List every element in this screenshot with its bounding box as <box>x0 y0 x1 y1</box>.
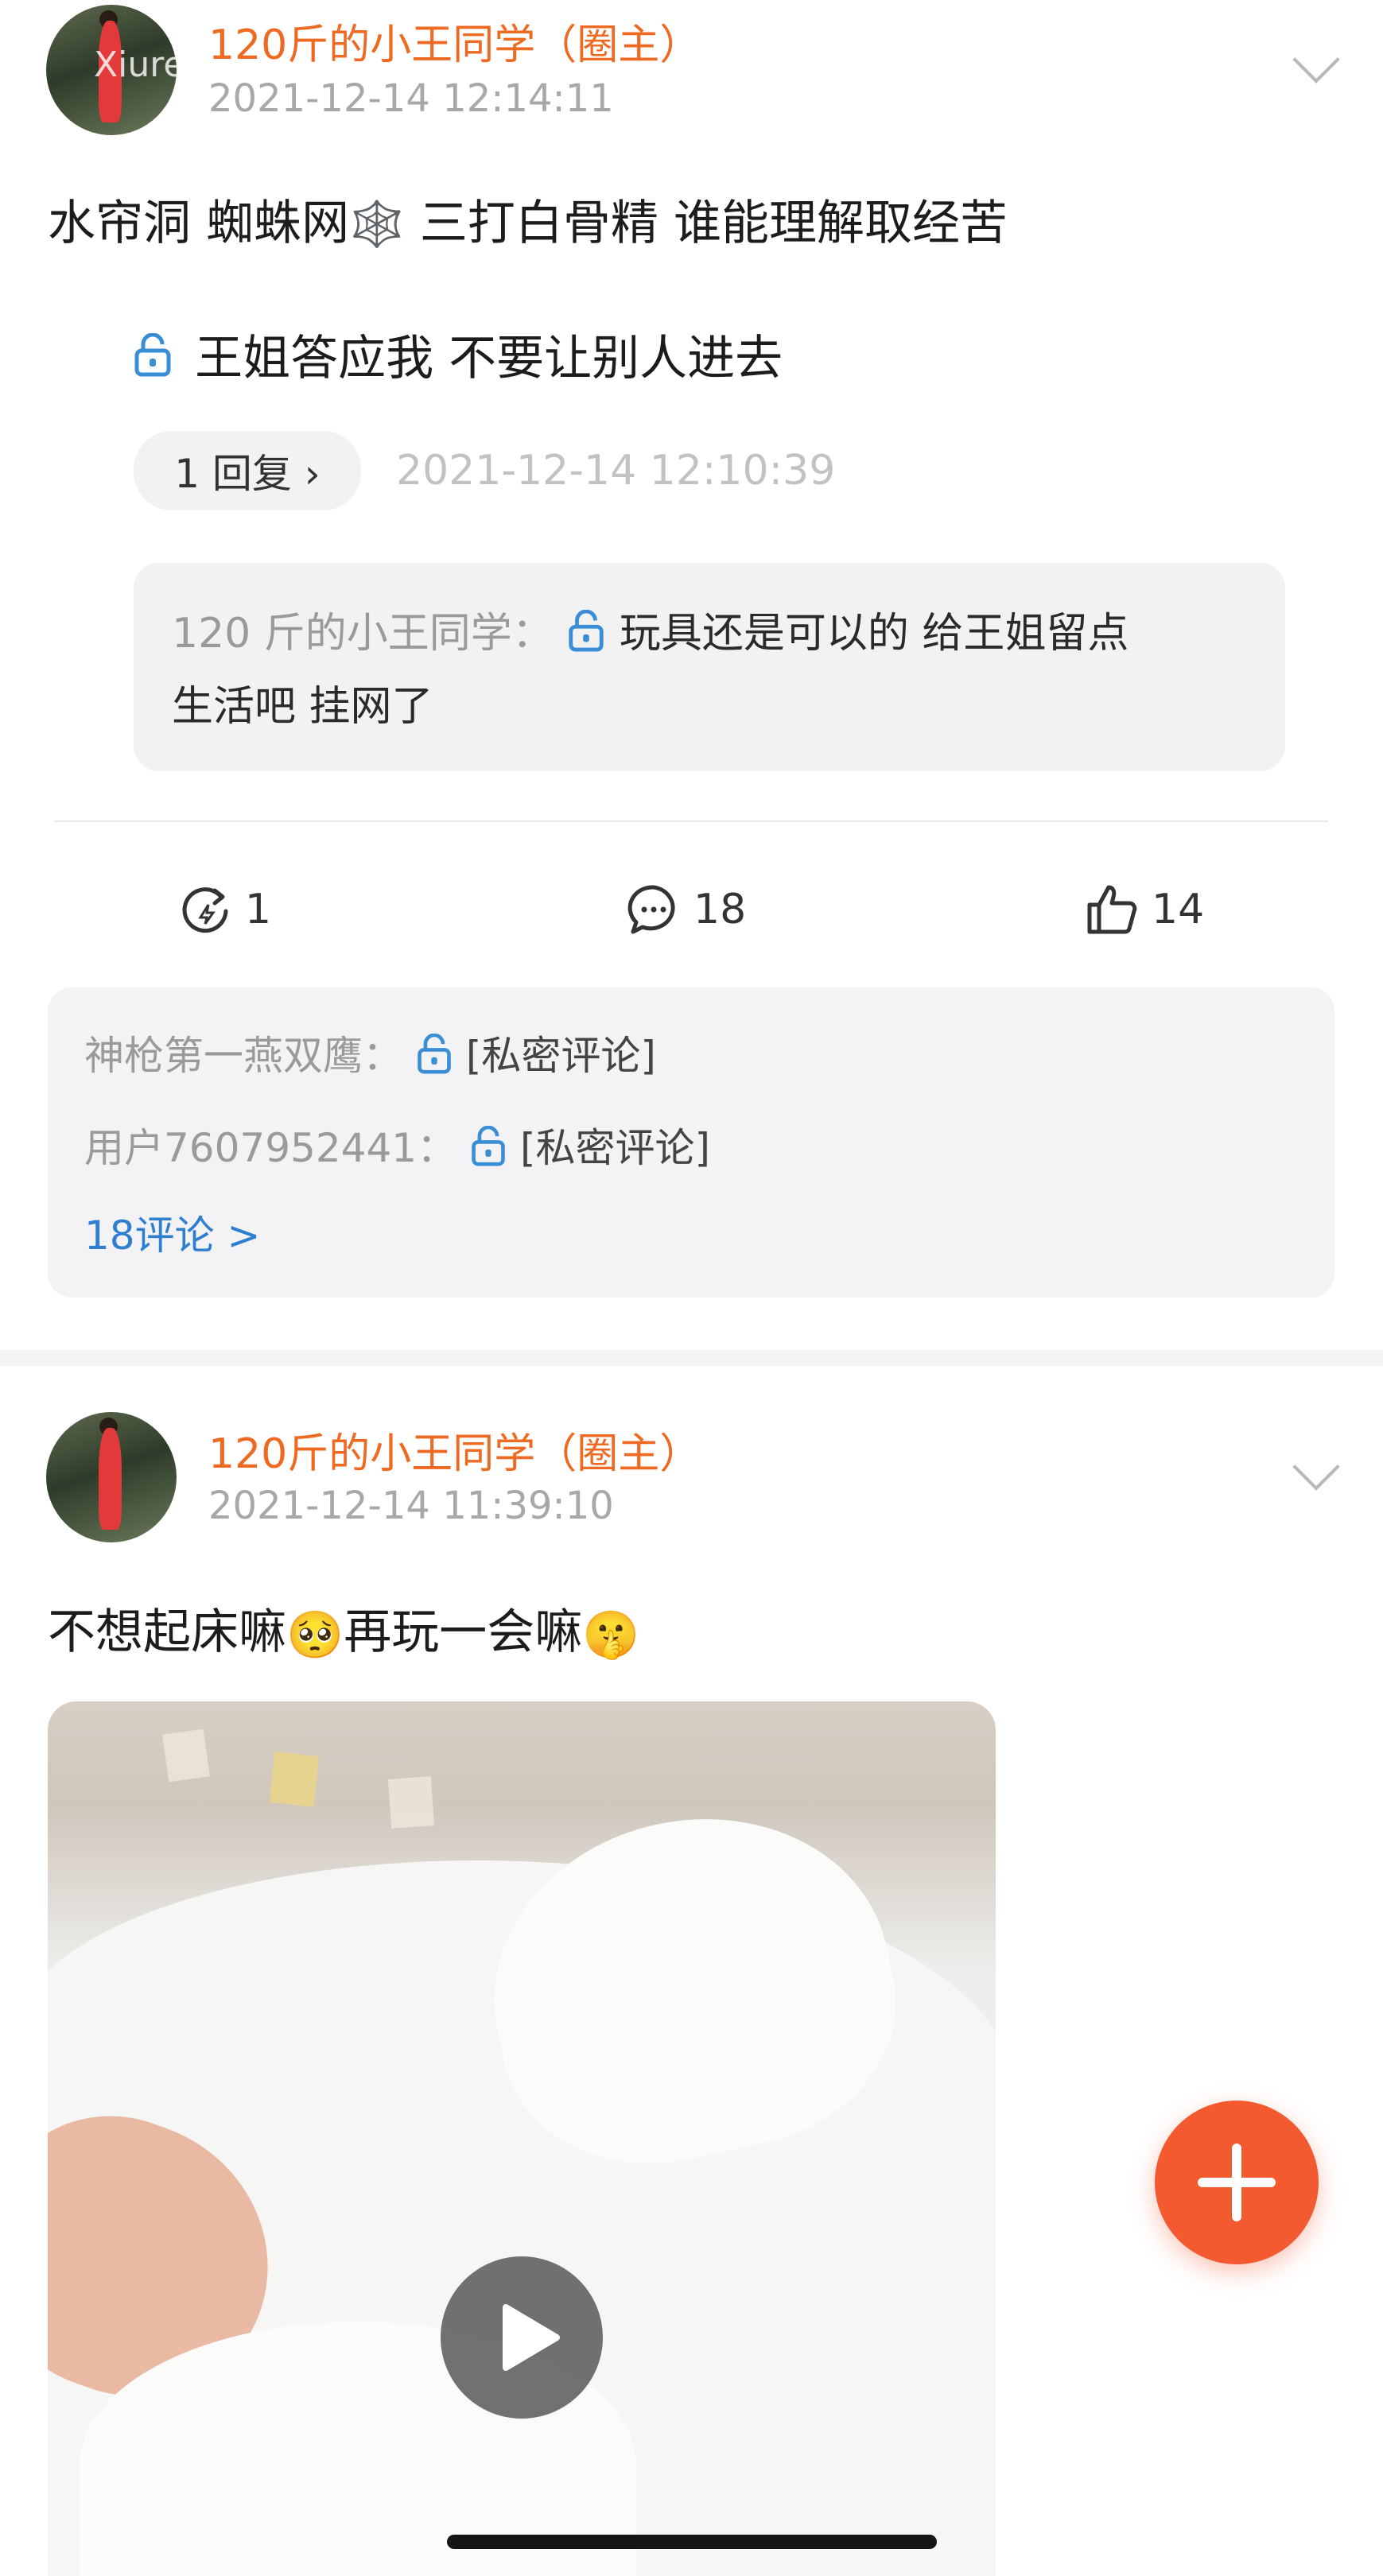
comment-user[interactable]: 用户7607952441： <box>84 1125 456 1171</box>
repost-button[interactable]: 1 <box>177 881 271 938</box>
plus-icon <box>1198 2143 1276 2221</box>
action-divider <box>54 821 1328 822</box>
post-body-part: 再玩一会嘛 <box>344 1604 583 1660</box>
quote-line-2: 生活吧 挂网了 <box>172 683 433 731</box>
lock-icon <box>415 1033 453 1084</box>
comment-row[interactable]: 用户7607952441： [私密评论] <box>84 1116 710 1177</box>
spider-web-emoji: 🕸️ <box>349 199 405 250</box>
post-separator <box>0 1350 1383 1366</box>
lock-icon <box>469 1125 507 1177</box>
post-body-text: 不想起床嘛🥺再玩一会嘛🤫 <box>48 1593 639 1662</box>
comment-text: [私密评论] <box>519 1125 710 1171</box>
repost-count: 1 <box>245 886 272 933</box>
like-count: 14 <box>1152 886 1205 933</box>
home-indicator <box>447 2535 937 2549</box>
comments-preview[interactable]: 神枪第一燕双鹰： [私密评论] 用户7607952441： [私密评论] 18评… <box>48 987 1334 1298</box>
quote-author[interactable]: 120 斤的小王同学： <box>172 610 554 658</box>
wall-decoration <box>387 1776 435 1829</box>
comment-user[interactable]: 神枪第一燕双鹰： <box>84 1033 402 1079</box>
comment-bubble-icon <box>627 885 675 934</box>
post-body-part: 三打白骨精 谁能理解取经苦 <box>404 196 1008 251</box>
play-button[interactable] <box>441 2256 603 2419</box>
post-body-part: 水帘洞 蜘蛛网 <box>48 196 350 251</box>
wall-decoration <box>162 1728 210 1783</box>
reply-quote-box[interactable]: 120 斤的小王同学： 玩具还是可以的 给王姐留点 生活吧 挂网了 <box>134 563 1285 771</box>
pleading-face-emoji: 🥺 <box>286 1607 344 1662</box>
quote-line-1: 120 斤的小王同学： 玩具还是可以的 给王姐留点 <box>172 599 1129 663</box>
author-avatar[interactable] <box>46 1412 177 1542</box>
post-body-part: 不想起床嘛 <box>48 1604 286 1660</box>
author-name[interactable]: 120斤的小王同学（圈主） <box>208 1420 701 1480</box>
video-thumbnail[interactable] <box>48 1701 996 2576</box>
locked-line-text: 王姐答应我 不要让别人进去 <box>195 331 783 386</box>
post-timestamp: 2021-12-14 11:39:10 <box>208 1484 614 1528</box>
comment-button[interactable]: 18 <box>625 881 746 938</box>
chevron-down-icon[interactable] <box>1292 36 1340 83</box>
all-comments-link[interactable]: 18评论 > <box>84 1204 260 1261</box>
wall-decoration <box>269 1752 320 1807</box>
like-button[interactable]: 14 <box>1083 881 1204 938</box>
reply-count-button[interactable]: 1 回复 › <box>134 431 361 510</box>
shushing-face-emoji: 🤫 <box>582 1607 640 1662</box>
comment-count: 18 <box>693 886 747 933</box>
repost-icon <box>182 887 228 933</box>
locked-line: 王姐答应我 不要让别人进去 <box>132 320 783 390</box>
comment-text: [私密评论] <box>465 1033 656 1079</box>
quote-text: 玩具还是可以的 给王姐留点 <box>619 610 1129 658</box>
post-timestamp: 2021-12-14 12:14:11 <box>208 76 614 121</box>
chevron-down-icon[interactable] <box>1292 1443 1340 1491</box>
author-name[interactable]: 120斤的小王同学（圈主） <box>208 11 701 71</box>
post-body-text: 水帘洞 蜘蛛网🕸️ 三打白骨精 谁能理解取经苦 <box>48 184 1008 254</box>
lock-icon <box>132 332 173 390</box>
thumbs-up-icon <box>1087 885 1137 934</box>
comment-row[interactable]: 神枪第一燕双鹰： [私密评论] <box>84 1024 656 1084</box>
play-icon <box>503 2304 560 2371</box>
lock-icon <box>566 609 606 663</box>
reply-timestamp: 2021-12-14 12:10:39 <box>396 447 836 495</box>
create-post-button[interactable] <box>1155 2101 1319 2264</box>
